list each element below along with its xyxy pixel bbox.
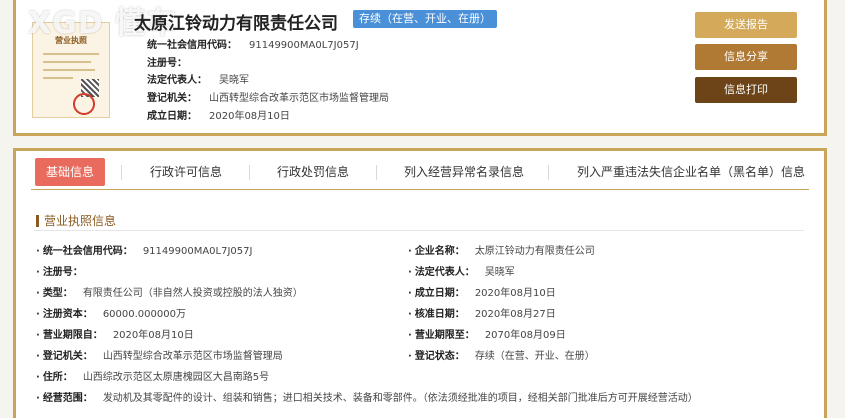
info-legal-rep: 法定代表人： 吴晓军 bbox=[147, 71, 249, 86]
info-founded: 成立日期： 2020年08月10日 bbox=[147, 107, 290, 122]
field-label: 营业期限自： bbox=[42, 330, 103, 341]
field-address: · 住所： 山西综改示范区太原唐槐园区大昌南路5号 bbox=[36, 372, 270, 383]
field-reg-no: · 注册号： bbox=[36, 267, 83, 278]
tab-admin-penalty[interactable]: 行政处罚信息 bbox=[277, 158, 349, 186]
field-founded: · 成立日期： 2020年08月10日 bbox=[408, 288, 556, 299]
field-label: 核准日期： bbox=[414, 309, 465, 320]
field-value: 存续（在营、开业、在册） bbox=[474, 351, 595, 362]
field-value: 山西转型综合改革示范区市场监督管理局 bbox=[102, 351, 283, 362]
field-value: 吴晓军 bbox=[484, 267, 515, 278]
info-authority: 登记机关： 山西转型综合改革示范区市场监督管理局 bbox=[147, 89, 389, 104]
seal-icon bbox=[73, 93, 95, 115]
field-label: 住所： bbox=[42, 372, 73, 383]
tab-underline bbox=[31, 189, 809, 190]
tab-abnormal-list[interactable]: 列入经营异常名录信息 bbox=[404, 158, 524, 186]
tab-separator bbox=[249, 165, 250, 180]
field-company-name: · 企业名称： 太原江铃动力有限责任公司 bbox=[408, 246, 595, 257]
send-report-button[interactable]: 发送报告 bbox=[695, 12, 797, 38]
field-capital: · 注册资本： 60000.000000万 bbox=[36, 309, 186, 320]
info-reg-no: 注册号： bbox=[147, 54, 199, 69]
share-info-button[interactable]: 信息分享 bbox=[695, 44, 797, 70]
field-label: 企业名称： bbox=[414, 246, 465, 257]
field-label: 登记状态： bbox=[414, 351, 465, 362]
section-divider bbox=[34, 230, 804, 231]
field-term-from: · 营业期限自： 2020年08月10日 bbox=[36, 330, 194, 341]
tab-blacklist[interactable]: 列入严重违法失信企业名单（黑名单）信息 bbox=[577, 158, 805, 186]
info-credit-code: 统一社会信用代码： 91149900MA0L7J057J bbox=[147, 36, 359, 51]
field-approval-date: · 核准日期： 2020年08月27日 bbox=[408, 309, 556, 320]
field-value: 2070年08月09日 bbox=[484, 330, 566, 341]
section-marker bbox=[36, 215, 39, 227]
print-info-button[interactable]: 信息打印 bbox=[695, 77, 797, 103]
tab-bar: 基础信息 行政许可信息 行政处罚信息 列入经营异常名录信息 列入严重违法失信企业… bbox=[16, 158, 824, 186]
info-label: 登记机关： bbox=[147, 93, 197, 104]
status-badge: 存续（在营、开业、在册） bbox=[353, 10, 497, 28]
tab-basic-info[interactable]: 基础信息 bbox=[35, 158, 105, 186]
tab-separator bbox=[121, 165, 122, 180]
field-label: 统一社会信用代码： bbox=[42, 246, 133, 257]
info-value: 吴晓军 bbox=[219, 75, 249, 86]
info-value: 山西转型综合改革示范区市场监督管理局 bbox=[209, 93, 389, 104]
info-value: 91149900MA0L7J057J bbox=[249, 40, 359, 51]
tab-separator bbox=[376, 165, 377, 180]
field-label: 营业期限至： bbox=[414, 330, 475, 341]
field-label: 注册资本： bbox=[42, 309, 93, 320]
info-label: 法定代表人： bbox=[147, 75, 207, 86]
field-authority: · 登记机关： 山西转型综合改革示范区市场监督管理局 bbox=[36, 351, 283, 362]
field-value: 2020年08月10日 bbox=[474, 288, 556, 299]
field-reg-status: · 登记状态： 存续（在营、开业、在册） bbox=[408, 351, 595, 362]
info-label: 统一社会信用代码： bbox=[147, 40, 237, 51]
license-text-line bbox=[43, 53, 99, 55]
info-value: 2020年08月10日 bbox=[209, 111, 290, 122]
details-card: 基础信息 行政许可信息 行政处罚信息 列入经营异常名录信息 列入严重违法失信企业… bbox=[13, 148, 827, 418]
field-value: 发动机及其零配件的设计、组装和销售；进口相关技术、装备和零部件。（依法须经批准的… bbox=[102, 393, 698, 404]
section-title-text: 营业执照信息 bbox=[44, 214, 117, 228]
info-label: 成立日期： bbox=[147, 111, 197, 122]
license-text-line bbox=[43, 61, 91, 63]
field-credit-code: · 统一社会信用代码： 91149900MA0L7J057J bbox=[36, 246, 253, 257]
field-label: 类型： bbox=[42, 288, 73, 299]
company-name: 太原江铃动力有限责任公司 bbox=[134, 14, 338, 34]
field-scope: · 经营范围： 发动机及其零配件的设计、组装和销售；进口相关技术、装备和零部件。（依… bbox=[36, 393, 698, 404]
tab-separator bbox=[548, 165, 549, 180]
field-value: 2020年08月10日 bbox=[112, 330, 194, 341]
info-label: 注册号： bbox=[147, 58, 187, 69]
field-label: 成立日期： bbox=[414, 288, 465, 299]
field-label: 法定代表人： bbox=[414, 267, 475, 278]
field-label: 登记机关： bbox=[42, 351, 93, 362]
field-legal-rep: · 法定代表人： 吴晓军 bbox=[408, 267, 515, 278]
field-label: 经营范围： bbox=[42, 393, 93, 404]
field-value: 太原江铃动力有限责任公司 bbox=[474, 246, 595, 257]
license-text-line bbox=[43, 69, 95, 71]
field-value: 有限责任公司（非自然人投资或控股的法人独资） bbox=[82, 288, 303, 299]
field-term-to: · 营业期限至： 2070年08月09日 bbox=[408, 330, 566, 341]
field-value: 91149900MA0L7J057J bbox=[142, 246, 253, 257]
field-value: 60000.000000万 bbox=[102, 309, 186, 320]
field-type: · 类型： 有限责任公司（非自然人投资或控股的法人独资） bbox=[36, 288, 303, 299]
field-value: 山西综改示范区太原唐槐园区大昌南路5号 bbox=[82, 372, 270, 383]
field-value: 2020年08月27日 bbox=[474, 309, 556, 320]
field-label: 注册号： bbox=[42, 267, 83, 278]
tab-admin-license[interactable]: 行政许可信息 bbox=[150, 158, 222, 186]
section-title: 营业执照信息 bbox=[36, 212, 116, 229]
license-text-line bbox=[43, 77, 73, 79]
